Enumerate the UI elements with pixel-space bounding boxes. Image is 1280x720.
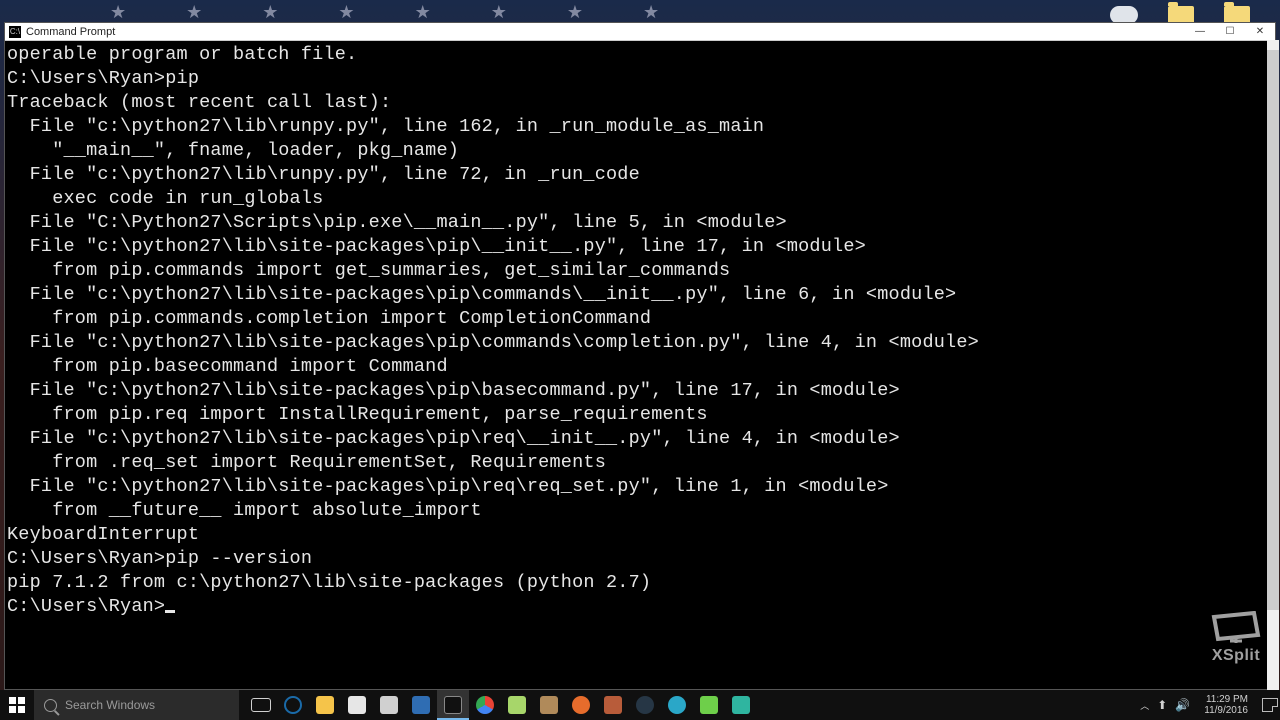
terminal-line: File "c:\python27\lib\runpy.py", line 16… <box>7 115 1273 139</box>
store-icon <box>348 696 366 714</box>
file-explorer-icon <box>316 696 334 714</box>
xsplit-icon <box>1210 611 1262 645</box>
terminal-line: File "c:\python27\lib\site-packages\pip\… <box>7 235 1273 259</box>
terminal-line: operable program or batch file. <box>7 43 1273 67</box>
taskbar-apps <box>239 690 757 720</box>
app-green-icon <box>700 696 718 714</box>
terminal-line: from pip.commands import get_summaries, … <box>7 259 1273 283</box>
terminal-line: File "c:\python27\lib\site-packages\pip\… <box>7 283 1273 307</box>
terminal-line: "__main__", fname, loader, pkg_name) <box>7 139 1273 163</box>
terminal-line: File "c:\python27\lib\site-packages\pip\… <box>7 379 1273 403</box>
terminal-line: KeyboardInterrupt <box>7 523 1273 547</box>
wallpaper-stars: ★★★★★★★★ <box>0 2 1280 20</box>
taskbar-app-app-globe[interactable] <box>661 690 693 720</box>
taskbar-app-file-explorer[interactable] <box>309 690 341 720</box>
taskbar-app-git-bash[interactable] <box>597 690 629 720</box>
taskbar-app-task-view[interactable] <box>245 690 277 720</box>
window-icon: C:\ <box>9 26 21 38</box>
edge-icon <box>284 696 302 714</box>
network-icon[interactable]: ⬆ <box>1157 698 1167 712</box>
powershell-icon <box>412 696 430 714</box>
steam-icon <box>636 696 654 714</box>
git-bash-icon <box>604 696 622 714</box>
search-icon <box>44 699 57 712</box>
taskbar-app-command-prompt[interactable] <box>437 690 469 720</box>
terminal-line: pip 7.1.2 from c:\python27\lib\site-pack… <box>7 571 1273 595</box>
taskbar-app-firefox[interactable] <box>565 690 597 720</box>
terminal-line: exec code in run_globals <box>7 187 1273 211</box>
taskbar-app-store[interactable] <box>341 690 373 720</box>
window-titlebar[interactable]: C:\ Command Prompt — ☐ ✕ <box>5 23 1275 41</box>
clock-time: 11:29 PM <box>1204 694 1248 705</box>
xsplit-watermark: XSplit <box>1210 611 1262 665</box>
terminal-line: from pip.commands.completion import Comp… <box>7 307 1273 331</box>
taskbar[interactable]: Search Windows ︿ ⬆ 🔊 11:29 PM 11/9/2016 <box>0 690 1280 720</box>
terminal-line: File "c:\python27\lib\runpy.py", line 72… <box>7 163 1273 187</box>
command-prompt-window: C:\ Command Prompt — ☐ ✕ operable progra… <box>4 22 1276 690</box>
firefox-icon <box>572 696 590 714</box>
command-prompt-icon <box>444 696 462 714</box>
terminal-line: from .req_set import RequirementSet, Req… <box>7 451 1273 475</box>
terminal-line: from __future__ import absolute_import <box>7 499 1273 523</box>
taskbar-app-powershell[interactable] <box>405 690 437 720</box>
task-view-icon <box>251 698 271 712</box>
notepad-plus-icon <box>508 696 526 714</box>
taskbar-app-calculator[interactable] <box>373 690 405 720</box>
taskbar-app-steam[interactable] <box>629 690 661 720</box>
taskbar-app-app-green[interactable] <box>693 690 725 720</box>
terminal-line: File "c:\python27\lib\site-packages\pip\… <box>7 427 1273 451</box>
scrollbar-thumb[interactable] <box>1267 50 1279 610</box>
terminal-line: File "c:\python27\lib\site-packages\pip\… <box>7 331 1273 355</box>
taskbar-app-gimp[interactable] <box>533 690 565 720</box>
taskbar-app-notepad-plus[interactable] <box>501 690 533 720</box>
window-title: Command Prompt <box>26 26 1185 38</box>
app-teal-icon <box>732 696 750 714</box>
system-tray[interactable]: ︿ ⬆ 🔊 11:29 PM 11/9/2016 <box>1138 694 1280 716</box>
terminal-line: C:\Users\Ryan> <box>7 595 1273 619</box>
chrome-icon <box>476 696 494 714</box>
tray-overflow-icon[interactable]: ︿ <box>1140 699 1149 712</box>
clock-date: 11/9/2016 <box>1204 705 1248 716</box>
terminal-line: File "C:\Python27\Scripts\pip.exe\__main… <box>7 211 1273 235</box>
gimp-icon <box>540 696 558 714</box>
app-globe-icon <box>668 696 686 714</box>
action-center-icon[interactable] <box>1262 698 1278 712</box>
close-button[interactable]: ✕ <box>1245 23 1275 41</box>
start-button[interactable] <box>0 690 34 720</box>
terminal-line: File "c:\python27\lib\site-packages\pip\… <box>7 475 1273 499</box>
taskbar-app-chrome[interactable] <box>469 690 501 720</box>
terminal-line: from pip.req import InstallRequirement, … <box>7 403 1273 427</box>
watermark-text: XSplit <box>1212 647 1260 665</box>
search-box[interactable]: Search Windows <box>34 690 239 720</box>
windows-icon <box>9 697 25 713</box>
maximize-button[interactable]: ☐ <box>1215 23 1245 41</box>
terminal-output[interactable]: operable program or batch file.C:\Users\… <box>5 41 1275 689</box>
volume-icon[interactable]: 🔊 <box>1175 698 1190 712</box>
terminal-line: C:\Users\Ryan>pip --version <box>7 547 1273 571</box>
terminal-line: C:\Users\Ryan>pip <box>7 67 1273 91</box>
taskbar-app-edge[interactable] <box>277 690 309 720</box>
minimize-button[interactable]: — <box>1185 23 1215 41</box>
calculator-icon <box>380 696 398 714</box>
taskbar-app-app-teal[interactable] <box>725 690 757 720</box>
scrollbar[interactable] <box>1267 40 1279 690</box>
terminal-line: Traceback (most recent call last): <box>7 91 1273 115</box>
search-placeholder: Search Windows <box>65 698 155 712</box>
cursor <box>165 610 175 613</box>
terminal-line: from pip.basecommand import Command <box>7 355 1273 379</box>
clock[interactable]: 11:29 PM 11/9/2016 <box>1198 694 1254 716</box>
